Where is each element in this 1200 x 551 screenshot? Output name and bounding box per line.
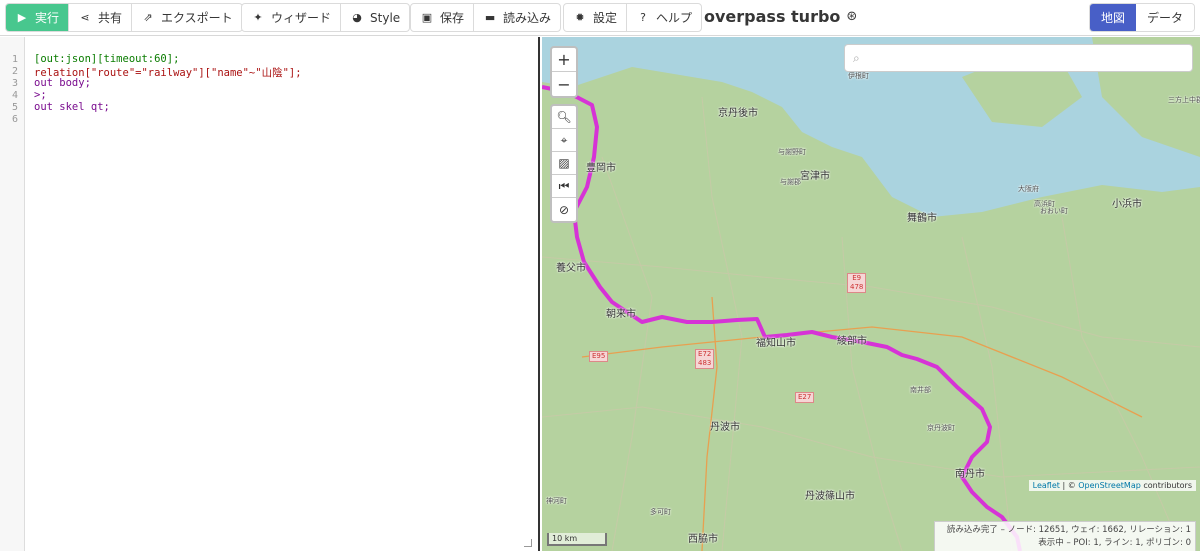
- leaflet-link[interactable]: Leaflet: [1033, 481, 1060, 490]
- place-label: 小浜市: [1112, 199, 1142, 210]
- place-label-small: 与謝野町: [778, 148, 806, 156]
- place-label-small: 大阪府: [1018, 185, 1039, 193]
- status-displayed: 表示中 – POI: 1, ライン: 1, ポリゴン: 0: [1038, 538, 1191, 548]
- ban-icon[interactable]: ⊘: [552, 198, 576, 221]
- road-shield: E72 483: [695, 349, 715, 369]
- line-number: 2: [11, 66, 18, 77]
- place-label-small: 京丹波町: [927, 424, 955, 432]
- code-editor[interactable]: 1 2 3 4 5 6 [out:json][timeout:60]; rela…: [0, 37, 540, 551]
- share-icon: ⋖: [80, 11, 90, 24]
- help-button[interactable]: ? ヘルプ: [627, 4, 701, 31]
- status-panel: 読み込み完了 – ノード: 12651, ウェイ: 1662, リレーション: …: [934, 521, 1196, 551]
- line-number: 1: [11, 54, 18, 65]
- code-line: out skel qt;: [34, 101, 110, 113]
- line-number: 4: [11, 90, 18, 101]
- image-icon[interactable]: ▨: [552, 152, 576, 175]
- road-shield: E9 478: [847, 273, 867, 293]
- zoom-control: + −: [550, 46, 578, 98]
- crosshair-icon[interactable]: ⌖: [552, 129, 576, 152]
- map-view-button[interactable]: 地図: [1089, 4, 1136, 31]
- zoom-in-button[interactable]: +: [552, 48, 576, 72]
- place-label: 綾部市: [837, 336, 867, 347]
- toolbar-group-wizard: ✦ ウィザード ◕ Style: [241, 3, 411, 32]
- search-icon: ⌕: [853, 50, 860, 65]
- step-back-icon[interactable]: ⏮︎: [552, 175, 576, 198]
- magic-wand-icon: ✦: [253, 11, 263, 24]
- line-number: 5: [11, 102, 18, 113]
- status-loaded: 読み込み完了 – ノード: 12651, ウェイ: 1662, リレーション: …: [946, 525, 1191, 535]
- place-label: 舞鶴市: [907, 213, 937, 224]
- wizard-button[interactable]: ✦ ウィザード: [242, 4, 342, 31]
- toolbar-group-settings: ✹ 設定 ? ヘルプ: [563, 3, 703, 32]
- gear-icon: ✹: [575, 11, 585, 24]
- external-link-icon: ⇗: [143, 11, 153, 24]
- scale-bar: 10 km: [547, 533, 607, 546]
- brand-title: overpass turbo ⊛: [704, 7, 858, 26]
- place-label: 豊岡市: [586, 163, 616, 174]
- place-label-small: 神河町: [546, 497, 567, 505]
- question-icon: ?: [640, 11, 646, 24]
- data-view-button[interactable]: データ: [1135, 4, 1194, 31]
- place-label: 宮津市: [800, 171, 830, 182]
- map-tools: 🔍︎ ⌖ ▨ ⏮︎ ⊘: [550, 104, 578, 223]
- toolbar-group-file: ▣ 保存 ▬ 読み込み: [410, 3, 562, 32]
- place-label-small: おおい町: [1040, 207, 1068, 215]
- place-label: 丹波市: [710, 422, 740, 433]
- place-label: 南丹市: [955, 469, 985, 480]
- code-line: >;: [34, 89, 47, 101]
- load-button[interactable]: ▬ 読み込み: [474, 4, 560, 31]
- palette-icon: ◕: [352, 11, 362, 24]
- place-label-small: 多可町: [650, 508, 671, 516]
- place-label-small: 伊根町: [848, 72, 869, 80]
- map-canvas: [542, 37, 1200, 551]
- place-label: 朝来市: [606, 309, 636, 320]
- line-gutter: 1 2 3 4 5 6: [0, 37, 25, 551]
- export-button[interactable]: ⇗ エクスポート: [132, 4, 242, 31]
- style-button[interactable]: ◕ Style: [341, 4, 409, 31]
- code-line: out body;: [34, 77, 91, 89]
- toolbar: ▶ 実行 ⋖ 共有 ⇗ エクスポート ✦ ウィザード ◕ Style ▣ 保存 ▬ 読み込み …: [0, 0, 1200, 36]
- settings-button[interactable]: ✹ 設定: [564, 4, 628, 31]
- road-shield: E95: [589, 351, 609, 362]
- place-label-small: 与謝郡: [780, 178, 801, 186]
- map-view[interactable]: 京丹後市 豊岡市 宮津市 舞鶴市 小浜市 養父市 朝来市 福知山市 綾部市 丹波…: [542, 37, 1200, 551]
- map-search-input[interactable]: ⌕: [844, 44, 1193, 72]
- steering-wheel-icon: ⊛: [846, 9, 858, 24]
- resize-grip[interactable]: [524, 539, 532, 547]
- play-icon: ▶: [17, 11, 27, 24]
- road-shield: E27: [795, 392, 815, 403]
- map-attribution: Leaflet | © OpenStreetMap contributors: [1028, 480, 1196, 491]
- search-icon[interactable]: 🔍︎: [552, 106, 576, 129]
- view-toggle: 地図 データ: [1088, 3, 1195, 32]
- place-label: 西脇市: [688, 534, 718, 545]
- place-label-small: 南井部: [910, 386, 931, 394]
- share-button[interactable]: ⋖ 共有: [69, 4, 133, 31]
- line-number: 6: [11, 114, 18, 125]
- zoom-out-button[interactable]: −: [552, 72, 576, 96]
- osm-link[interactable]: OpenStreetMap: [1078, 481, 1141, 490]
- run-button[interactable]: ▶ 実行: [6, 4, 70, 31]
- save-icon: ▣: [421, 11, 433, 24]
- place-label: 福知山市: [756, 338, 796, 349]
- line-number: 3: [11, 78, 18, 89]
- place-label: 丹波篠山市: [805, 491, 855, 502]
- place-label: 養父市: [556, 263, 586, 274]
- place-label: 京丹後市: [718, 108, 758, 119]
- code-line: [out:json][timeout:60];: [34, 53, 180, 65]
- save-button[interactable]: ▣ 保存: [411, 4, 475, 31]
- place-label-small: 三方上中郡: [1168, 96, 1200, 104]
- folder-icon: ▬: [484, 11, 496, 24]
- toolbar-group-run: ▶ 実行 ⋖ 共有 ⇗ エクスポート: [5, 3, 243, 32]
